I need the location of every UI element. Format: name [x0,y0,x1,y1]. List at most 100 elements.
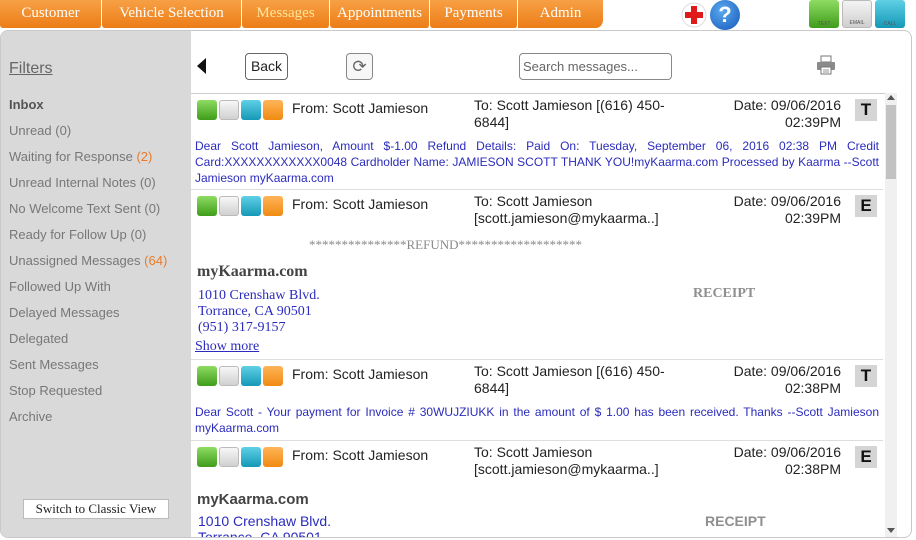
back-button[interactable]: Back [245,53,288,80]
tab-messages[interactable]: Messages [242,0,330,28]
address-line-2: Torrance, CA 90501 [198,304,312,319]
message-to: To: Scott Jamieson [(616) 450-6844] [474,97,665,130]
filter-followed-up-with[interactable]: Followed Up With [9,279,111,294]
phone-number: (951) 317-9157 [198,320,286,335]
address-line-1: 1010 Crenshaw Blvd. [198,513,332,529]
show-more-link[interactable]: Show more [195,339,259,355]
search-messages-input[interactable] [519,53,672,80]
note-icon[interactable] [263,447,283,467]
filters-sidebar: Filters Inbox Unread (0) Waiting for Res… [1,31,191,537]
text-icon[interactable] [197,196,217,216]
print-icon[interactable] [816,55,836,75]
filter-label: Inbox [9,97,44,112]
filter-ready-for-follow-up[interactable]: Ready for Follow Up (0) [9,227,146,242]
filter-label: Unread [9,123,52,138]
text-icon[interactable] [197,366,217,386]
collapse-arrow-icon[interactable] [197,58,206,74]
filter-unassigned-messages[interactable]: Unassigned Messages (64) [9,253,167,268]
filters-title: Filters [9,60,53,77]
note-icon[interactable] [263,196,283,216]
channel-icons [197,366,283,386]
scroll-thumb[interactable] [886,105,896,179]
call-icon[interactable] [241,447,261,467]
filter-waiting-for-response[interactable]: Waiting for Response (2) [9,149,152,164]
message-body: Dear Scott Jamieson, Amount $-1.00 Refun… [195,139,879,185]
filter-stop-requested[interactable]: Stop Requested [9,383,102,398]
message-date: Date: 09/06/2016 02:38PM [733,363,841,396]
refresh-icon[interactable]: ⟳ [346,53,373,80]
call-icon[interactable] [241,196,261,216]
messages-panel: Filters Inbox Unread (0) Waiting for Res… [0,30,912,538]
main-nav: Customer Vehicle Selection Messages Appo… [0,0,604,28]
tab-vehicle-selection[interactable]: Vehicle Selection [102,0,242,28]
email-icon[interactable] [219,196,239,216]
message-list: From: Scott Jamieson To: Scott Jamieson … [191,93,895,538]
tab-payments[interactable]: Payments [430,0,518,28]
filter-unread[interactable]: Unread (0) [9,123,71,138]
email-icon[interactable] [219,100,239,120]
address-line-2: Torrance, CA 90501 [198,529,322,538]
message-item[interactable]: From: Scott Jamieson To: Scott Jamieson … [191,360,883,441]
text-icon-label: TEXT [817,21,831,27]
filter-count: (0) [144,201,161,216]
email-icon[interactable]: EMAIL [842,0,872,28]
filter-label: Followed Up With [9,279,111,294]
switch-to-classic-view-button[interactable]: Switch to Classic View [23,499,169,519]
message-to: To: Scott Jamieson [scott.jamieson@mykaa… [474,193,659,226]
message-date: Date: 09/06/2016 02:38PM [733,444,841,477]
filter-no-welcome-text-sent[interactable]: No Welcome Text Sent (0) [9,201,160,216]
message-type-badge: E [855,195,877,217]
address-line-1: 1010 Crenshaw Blvd. [198,288,320,303]
filter-label: Archive [9,409,53,424]
filter-label: Waiting for Response [9,149,133,164]
message-type-badge: T [855,365,877,387]
red-cross-icon[interactable] [681,2,707,28]
tab-admin[interactable]: Admin [518,0,604,28]
message-from: From: Scott Jamieson [292,100,429,116]
call-icon-label: CALL [883,21,897,27]
filter-inbox[interactable]: Inbox [9,97,44,112]
text-icon[interactable] [197,100,217,120]
brand-name: myKaarma.com [197,263,308,280]
email-icon[interactable] [219,366,239,386]
tab-appointments[interactable]: Appointments [330,0,430,28]
message-date: Date: 09/06/2016 02:39PM [733,97,841,130]
filter-archive[interactable]: Archive [9,409,52,424]
call-icon[interactable]: CALL [875,0,905,28]
channel-icons [197,196,283,216]
tab-customer[interactable]: Customer [0,0,102,28]
filter-label: Delegated [9,331,69,346]
help-icon[interactable]: ? [710,0,740,30]
message-to: To: Scott Jamieson [scott.jamieson@mykaa… [474,444,659,477]
message-item[interactable]: From: Scott Jamieson To: Scott Jamieson … [191,94,883,190]
note-icon[interactable] [263,100,283,120]
scroll-up-icon[interactable] [887,95,895,100]
filter-label: Unassigned Messages [9,253,141,268]
text-icon[interactable]: TEXT [809,0,839,28]
call-icon[interactable] [241,366,261,386]
call-icon[interactable] [241,100,261,120]
refund-heading: ***************REFUND******************* [309,237,583,252]
email-icon-label: EMAIL [849,20,865,26]
filter-count: (64) [144,253,168,268]
message-item[interactable]: From: Scott Jamieson To: Scott Jamieson … [191,190,883,360]
filter-count: (0) [130,227,147,242]
filter-label: Delayed Messages [9,305,120,320]
filter-label: Unread Internal Notes [9,175,137,190]
message-list-scrollbar[interactable] [885,93,897,537]
filter-label: No Welcome Text Sent [9,201,141,216]
email-icon[interactable] [219,447,239,467]
text-icon[interactable] [197,447,217,467]
filter-label: Sent Messages [9,357,99,372]
channel-icons [197,447,283,467]
filter-delayed-messages[interactable]: Delayed Messages [9,305,120,320]
filter-label: Stop Requested [9,383,103,398]
filter-sent-messages[interactable]: Sent Messages [9,357,99,372]
filter-count: (0) [55,123,72,138]
channel-icons [197,100,283,120]
scroll-down-icon[interactable] [887,528,895,533]
message-item[interactable]: From: Scott Jamieson To: Scott Jamieson … [191,441,883,538]
note-icon[interactable] [263,366,283,386]
filter-unread-internal-notes[interactable]: Unread Internal Notes (0) [9,175,156,190]
filter-delegated[interactable]: Delegated [9,331,68,346]
